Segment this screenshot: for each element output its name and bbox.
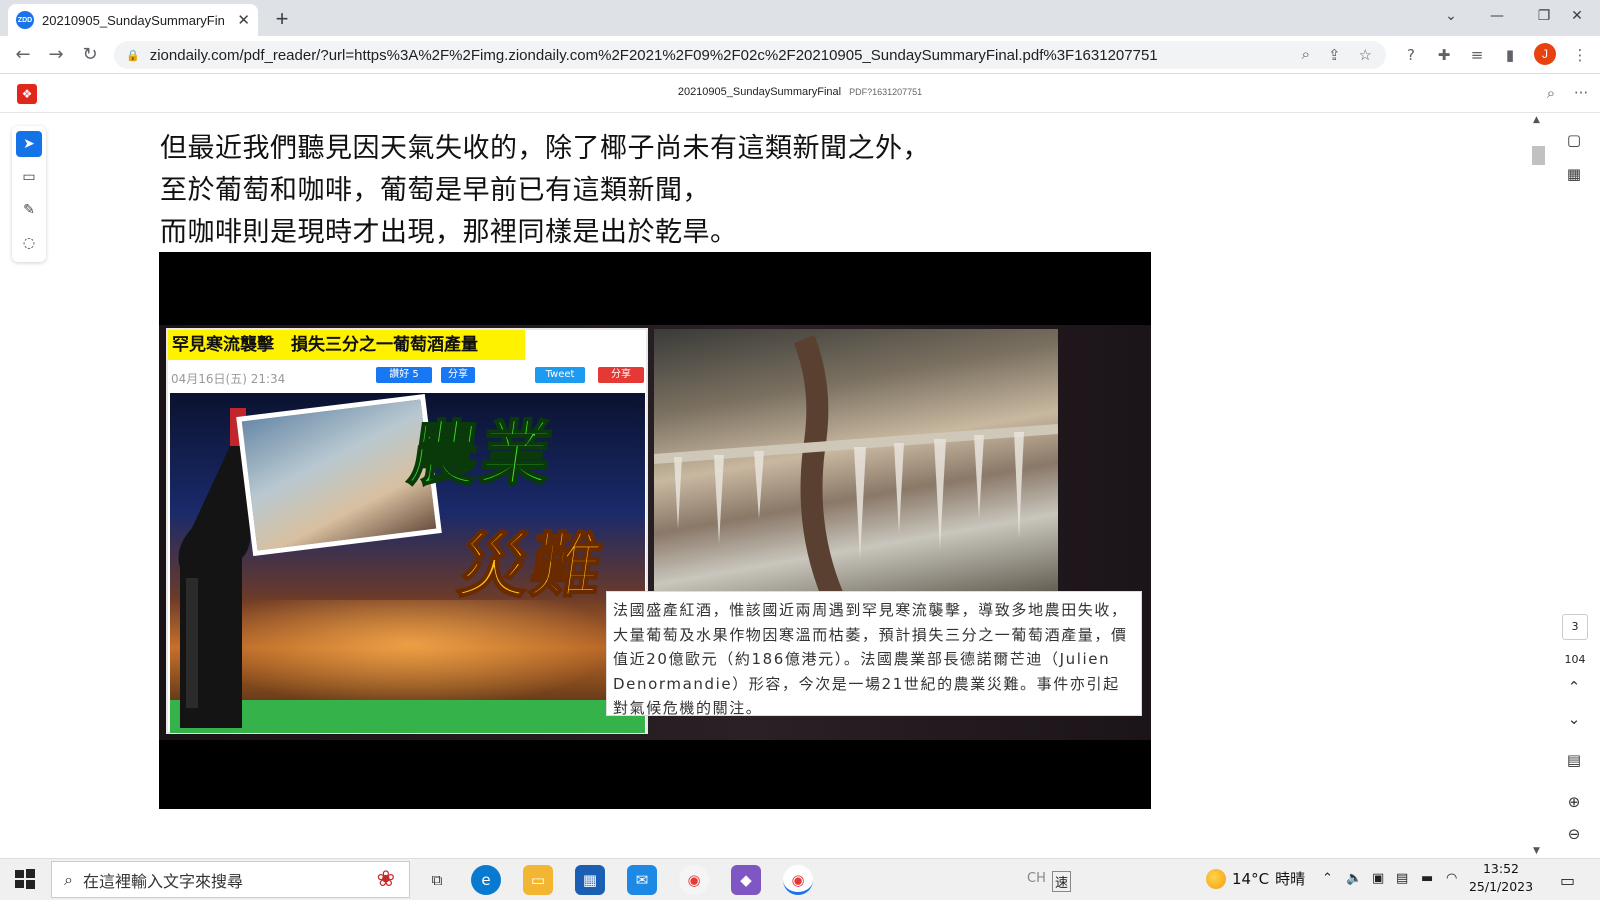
pdf-query: PDF?1631207751: [849, 87, 923, 97]
vineyard-lights-glow: [200, 600, 620, 710]
reload-button[interactable]: ↻: [76, 42, 104, 68]
weibo-share-button: 分享: [598, 367, 644, 383]
chrome-app-icon[interactable]: ◉: [679, 865, 709, 895]
body-line-2: 至於葡萄和咖啡，葡萄是早前已有這類新聞，: [160, 175, 710, 206]
profile-avatar[interactable]: J: [1534, 43, 1556, 65]
ime-mode-indicator[interactable]: 速: [1052, 871, 1072, 892]
taskbar-search-box[interactable]: ⌕ 在這裡輸入文字來搜尋 ❀: [51, 861, 410, 898]
camera-icon[interactable]: ▣: [1372, 871, 1384, 886]
display-icon[interactable]: ▤: [1396, 871, 1408, 886]
forward-button[interactable]: →: [42, 42, 70, 68]
address-bar[interactable]: 🔒 ziondaily.com/pdf_reader/?url=https%3A…: [114, 41, 1386, 69]
zoom-icon[interactable]: ⌕: [1302, 46, 1310, 64]
app-icon[interactable]: ◆: [731, 865, 761, 895]
tweet-button: Tweet: [535, 367, 585, 383]
facebook-like-button: 讚好 5: [376, 367, 432, 383]
pdf-search-icon[interactable]: ⌕: [1540, 82, 1562, 104]
facebook-share-button: 分享: [441, 367, 475, 383]
select-tool-cursor-icon[interactable]: ➤: [16, 131, 42, 157]
weather-desc: 時晴: [1275, 870, 1306, 888]
back-button[interactable]: ←: [9, 42, 37, 68]
bookmark-star-icon[interactable]: ☆: [1359, 46, 1372, 64]
close-tab-icon[interactable]: ✕: [237, 11, 250, 29]
scroll-up-arrow-icon[interactable]: ▲: [1533, 115, 1540, 125]
comments-panel-icon[interactable]: ▢: [1562, 128, 1586, 152]
close-window-button[interactable]: ✕: [1554, 0, 1600, 32]
weather-temp: 14°C: [1232, 869, 1270, 888]
new-tab-button[interactable]: +: [268, 6, 296, 32]
clock-date: 25/1/2023: [1468, 879, 1534, 894]
search-icon: ⌕: [64, 869, 73, 889]
facebook-like-label: 讚好 5: [389, 369, 419, 380]
file-explorer-icon[interactable]: ▭: [523, 865, 553, 895]
body-line-1: 但最近我們聽見因天氣失收的，除了椰子尚未有這類新聞之外，: [160, 133, 930, 164]
news-caption: 法國盛產紅酒，惟該國近兩周遇到罕見寒流襲擊，導致多地農田失收，大量葡萄及水果作物…: [606, 591, 1142, 717]
tweet-label: Tweet: [545, 369, 575, 380]
icicles-graphic: [654, 334, 1058, 599]
pdf-more-icon[interactable]: ···: [1570, 82, 1592, 104]
current-page-input[interactable]: 3: [1562, 614, 1588, 640]
side-panel-icon[interactable]: ▮: [1499, 44, 1521, 66]
pdf-filename: 20210905_SundaySummaryFinal: [677, 86, 842, 98]
news-date: 04月16日(五) 21:34: [171, 372, 286, 386]
help-extension-icon[interactable]: ?: [1400, 44, 1422, 66]
windows-start-icon[interactable]: [14, 868, 36, 890]
frozen-vine-photo: [654, 329, 1058, 599]
total-pages: 104: [1564, 653, 1586, 666]
lock-icon: 🔒: [126, 49, 140, 62]
volume-icon[interactable]: 🔈: [1346, 871, 1362, 886]
task-view-icon[interactable]: ⧉: [422, 865, 452, 895]
weather-widget[interactable]: 14°C 時晴: [1206, 868, 1305, 889]
facebook-share-label: 分享: [448, 369, 468, 380]
tab-title: 20210905_SundaySummaryFin: [42, 12, 225, 28]
zoom-out-icon[interactable]: ⊖: [1562, 822, 1586, 846]
acrobat-logo-icon: ❖: [17, 84, 37, 104]
ime-indicator[interactable]: CH: [1027, 871, 1046, 886]
lasso-tool-icon[interactable]: ◌: [16, 230, 42, 256]
chrome-active-icon[interactable]: ◉: [783, 865, 813, 895]
disaster-word: 災難: [452, 524, 610, 608]
system-clock[interactable]: 13:52 25/1/2023: [1468, 860, 1534, 896]
wifi-icon[interactable]: ◠: [1446, 871, 1457, 886]
edge-browser-icon[interactable]: e: [471, 865, 501, 895]
media-queue-icon[interactable]: ≡: [1466, 44, 1488, 66]
browser-tab[interactable]: ZDD 20210905_SundaySummaryFin ✕: [8, 4, 258, 36]
vertical-scrollbar[interactable]: [1530, 113, 1546, 858]
tab-search-icon[interactable]: ⌄: [1428, 0, 1474, 32]
agriculture-word: 農業: [402, 412, 560, 496]
draw-tool-pen-icon[interactable]: ✎: [16, 197, 42, 223]
page-properties-icon[interactable]: ▤: [1562, 748, 1586, 772]
clock-time: 13:52: [1482, 861, 1520, 876]
address-url: ziondaily.com/pdf_reader/?url=https%3A%2…: [149, 46, 1158, 64]
share-icon[interactable]: ⇪: [1328, 46, 1341, 64]
show-hidden-icons-chevron-icon[interactable]: ⌃: [1322, 871, 1333, 886]
news-headline: 罕見寒流襲擊 損失三分之一葡萄酒產量: [168, 330, 525, 360]
mail-icon[interactable]: ✉: [627, 865, 657, 895]
zoom-in-icon[interactable]: ⊕: [1562, 790, 1586, 814]
partly-sunny-icon: [1206, 868, 1226, 889]
previous-page-chevron-up-icon[interactable]: ⌃: [1562, 675, 1586, 699]
weibo-share-label: 分享: [611, 369, 631, 380]
minimize-button[interactable]: —: [1474, 0, 1520, 32]
microsoft-store-icon[interactable]: ▦: [575, 865, 605, 895]
scrollbar-thumb[interactable]: [1532, 146, 1545, 165]
ziondaily-favicon-icon: ZDD: [16, 11, 34, 29]
add-comment-tool-icon[interactable]: ▭: [16, 164, 42, 190]
chrome-menu-icon[interactable]: ⋮: [1569, 44, 1591, 66]
rose-decoration-icon: ❀: [376, 867, 395, 892]
notification-center-icon[interactable]: ▭: [1560, 871, 1575, 890]
search-placeholder: 在這裡輸入文字來搜尋: [82, 871, 243, 891]
pdf-title: 20210905_SundaySummaryFinal PDF?163120775…: [560, 86, 1040, 98]
extensions-puzzle-icon[interactable]: ✚: [1433, 44, 1455, 66]
battery-icon[interactable]: ▬: [1421, 871, 1433, 886]
thumbnails-panel-icon[interactable]: ▦: [1562, 162, 1586, 186]
scroll-down-arrow-icon[interactable]: ▼: [1533, 846, 1540, 856]
body-line-3: 而咖啡則是現時才出現，那裡同樣是出於乾旱。: [160, 217, 738, 248]
next-page-chevron-down-icon[interactable]: ⌄: [1562, 707, 1586, 731]
